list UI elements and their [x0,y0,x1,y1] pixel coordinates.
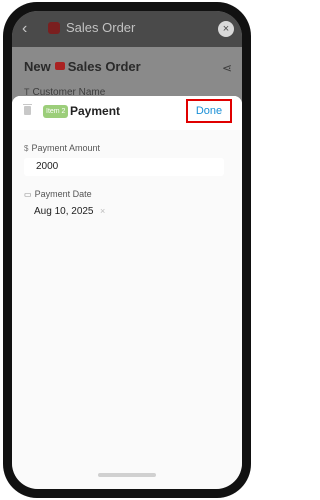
clear-date-icon[interactable]: × [100,206,105,216]
close-icon[interactable]: × [218,21,234,37]
sales-order-icon [54,62,65,70]
share-icon[interactable]: ⋖ [222,61,232,75]
dollar-icon: $ [24,144,29,153]
top-bar: ‹ Sales Order × [12,11,242,47]
app-icon [48,22,60,34]
payment-amount-field[interactable]: 2000 [24,158,224,176]
trash-icon[interactable] [23,104,32,115]
phone-frame: ‹ Sales Order × New Sales Order ⋖ T Custom… [3,2,251,498]
form-title-prefix: New [24,59,51,74]
page-title: Sales Order [66,20,136,35]
done-button[interactable]: Done [186,99,232,123]
sheet-title: Payment [70,104,121,118]
item-badge: Item 2 [43,105,69,118]
payment-sheet: Item 2 Payment Done $ Payment Amount 2000… [12,96,242,489]
calendar-icon: ▭ [24,190,32,199]
payment-amount-label-text: Payment Amount [31,143,100,153]
payment-amount-label: $ Payment Amount [24,143,100,153]
sheet-header: Item 2 Payment Done [12,96,242,130]
payment-date-label-text: Payment Date [34,189,92,199]
home-indicator [98,473,156,477]
form-title-text: Sales Order [67,59,141,74]
phone-screen: ‹ Sales Order × New Sales Order ⋖ T Custom… [12,11,242,489]
payment-date-field[interactable]: Aug 10, 2025 [34,206,94,217]
payment-date-label: ▭ Payment Date [24,189,92,199]
form-header: New Sales Order [24,59,141,74]
back-icon[interactable]: ‹ [22,20,27,38]
